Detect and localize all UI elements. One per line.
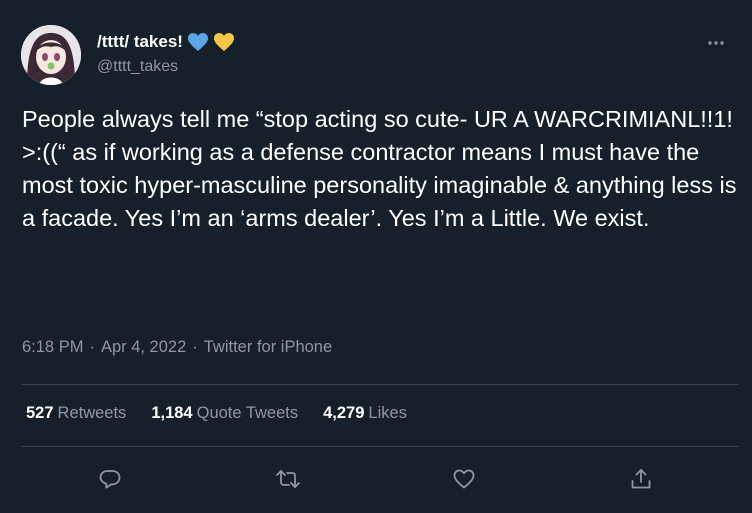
retweet-icon[interactable]: [271, 462, 305, 496]
meta-separator: ·: [89, 338, 95, 356]
likes-count: 4,279: [323, 404, 365, 422]
divider: [22, 446, 738, 447]
quote-tweets-label: Quote Tweets: [196, 404, 299, 422]
tweet-source[interactable]: Twitter for iPhone: [204, 338, 332, 357]
tweet-stats: 527 Retweets 1,184 Quote Tweets 4,279 Likes: [26, 404, 407, 423]
blue-heart-icon: [187, 32, 209, 52]
yellow-heart-icon: [213, 32, 235, 52]
likes-label: Likes: [368, 404, 407, 422]
likes-stat[interactable]: 4,279 Likes: [323, 404, 407, 423]
quote-tweets-count: 1,184: [151, 404, 193, 422]
tweet-time[interactable]: 6:18 PM: [22, 338, 83, 357]
display-name[interactable]: /tttt/ takes!: [97, 32, 183, 52]
tweet-text: People always tell me “stop acting so cu…: [22, 106, 743, 231]
retweets-stat[interactable]: 527 Retweets: [26, 404, 126, 423]
share-icon[interactable]: [624, 462, 658, 496]
quote-tweets-stat[interactable]: 1,184 Quote Tweets: [151, 404, 298, 423]
more-options-icon[interactable]: [701, 35, 731, 51]
like-icon[interactable]: [447, 462, 481, 496]
reply-icon[interactable]: [93, 462, 127, 496]
meta-separator: ·: [192, 338, 198, 356]
action-bar: [0, 462, 752, 496]
divider: [22, 384, 738, 385]
author-name-row: /tttt/ takes!: [97, 31, 235, 53]
retweets-count: 527: [26, 404, 54, 422]
author-handle[interactable]: @tttt_takes: [97, 58, 178, 76]
tweet-meta: 6:18 PM · Apr 4, 2022 · Twitter for iPho…: [22, 338, 332, 357]
avatar[interactable]: [21, 25, 81, 85]
avatar-image: [21, 25, 81, 85]
retweets-label: Retweets: [57, 404, 127, 422]
tweet-date[interactable]: Apr 4, 2022: [101, 338, 186, 357]
tweet-detail: /tttt/ takes! @tttt_takes People always …: [0, 0, 752, 513]
